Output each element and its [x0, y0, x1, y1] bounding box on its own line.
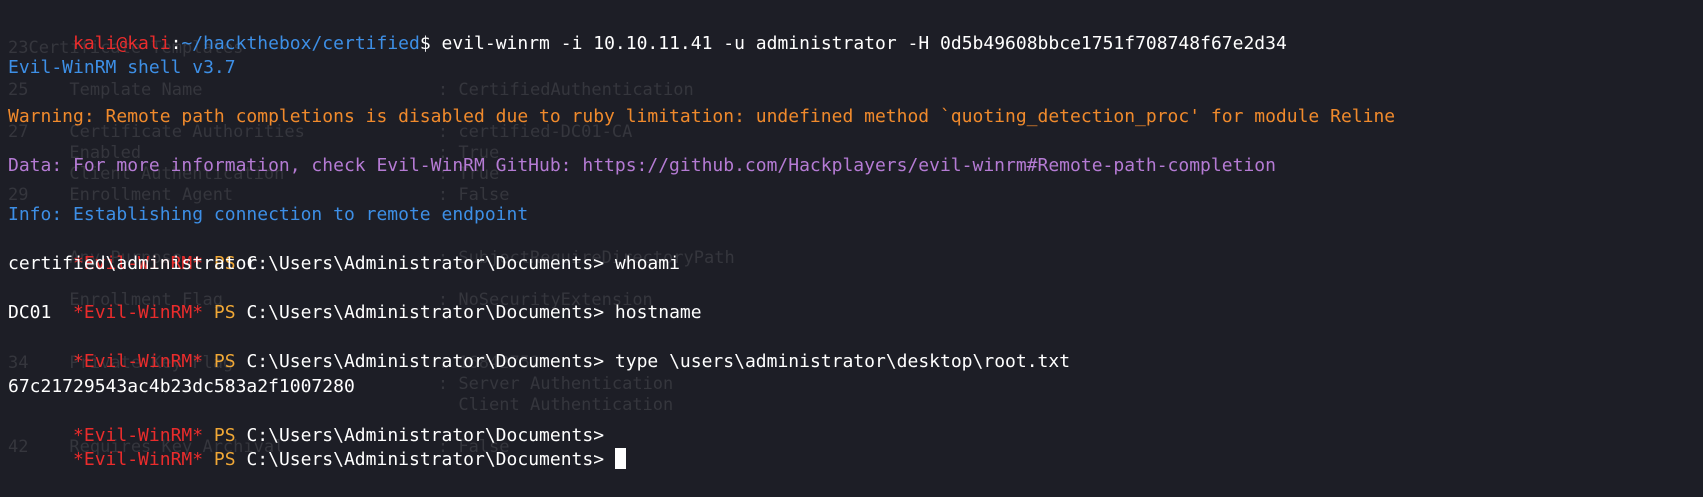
- prompt-line-hostname: *Evil-WinRM* PS C:\Users\Administrator\D…: [8, 277, 1395, 323]
- prompt-cwd: C:\Users\Administrator\Documents>: [246, 424, 605, 446]
- text-cursor[interactable]: [614, 448, 626, 469]
- current-path: ~/hackthebox/certified: [181, 32, 420, 54]
- command-text: hostname: [604, 302, 702, 323]
- prompt-cwd: C:\Users\Administrator\Documents>: [246, 302, 605, 323]
- command-text: type \users\administrator\desktop\root.t…: [604, 351, 1071, 372]
- prompt-tag: *Evil-WinRM*: [73, 351, 204, 372]
- prompt-line-whoami: *Evil-WinRM* PS C:\Users\Administrator\D…: [8, 228, 1395, 274]
- data-line: Data: For more information, check Evil-W…: [8, 155, 1276, 176]
- prompt-cwd: C:\Users\Administrator\Documents>: [246, 351, 605, 372]
- evil-winrm-command: evil-winrm -i 10.10.11.41 -u administrat…: [430, 32, 1287, 54]
- terminal-output: kali@kali:~/hackthebox/certified$ evil-w…: [8, 7, 1396, 471]
- prompt-cwd: C:\Users\Administrator\Documents>: [246, 253, 605, 274]
- command-text: whoami: [604, 253, 680, 274]
- root-flag-output: 67c21729543ac4b23dc583a2f1007280: [8, 375, 355, 397]
- prompt-ps: PS: [203, 449, 247, 470]
- prompt-ps: PS: [203, 424, 247, 446]
- user-host: kali@kali: [73, 32, 171, 54]
- command-input[interactable]: [604, 449, 615, 470]
- banner-line: Evil-WinRM shell v3.7: [8, 57, 236, 78]
- path-separator: :: [170, 32, 182, 54]
- dollar-sign: $: [419, 32, 431, 54]
- prompt-ps: PS: [203, 351, 247, 372]
- prompt-tag: *Evil-WinRM*: [73, 424, 204, 446]
- terminal-window[interactable]: 23Certificate Templates 25 Template Name …: [0, 0, 1703, 489]
- prompt-ps: PS: [203, 302, 247, 323]
- shell-command-line: kali@kali:~/hackthebox/certified$ evil-w…: [8, 7, 1395, 54]
- prompt-line-empty: *Evil-WinRM* PS C:\Users\Administrator\D…: [8, 399, 1395, 446]
- prompt-tag: *Evil-WinRM*: [73, 302, 204, 323]
- info-line: Info: Establishing connection to remote …: [8, 204, 529, 225]
- prompt-tag: *Evil-WinRM*: [73, 449, 204, 470]
- prompt-cwd: C:\Users\Administrator\Documents>: [246, 449, 605, 470]
- warning-line: Warning: Remote path completions is disa…: [8, 106, 1396, 127]
- output-line: certified\administrator: [8, 253, 258, 274]
- prompt-line-type: *Evil-WinRM* PS C:\Users\Administrator\D…: [8, 326, 1395, 372]
